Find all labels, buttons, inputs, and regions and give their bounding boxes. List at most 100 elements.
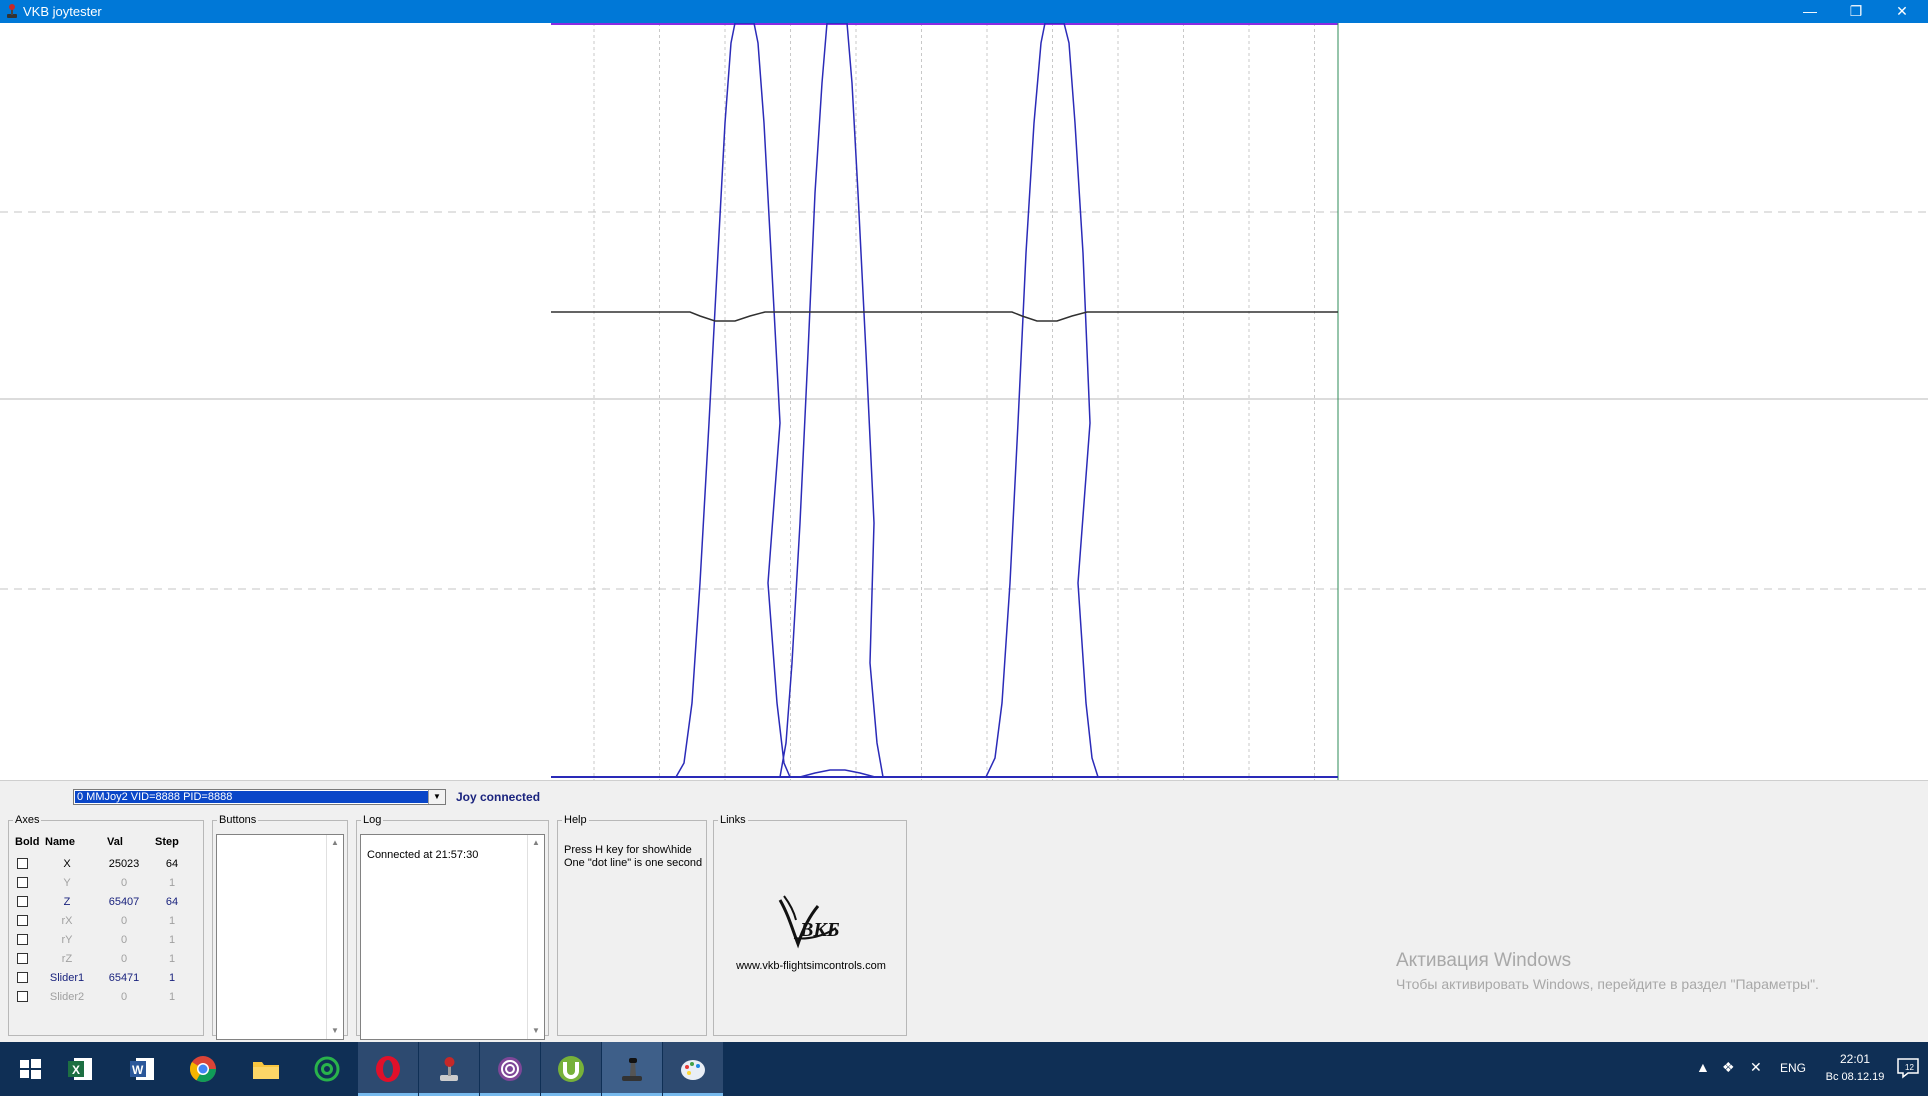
axis-bold-checkbox[interactable] (17, 877, 28, 888)
taskbar-mail[interactable] (297, 1042, 357, 1096)
taskbar-utorrent[interactable] (541, 1042, 601, 1096)
axis-step: 1 (168, 972, 176, 984)
scroll-down-icon[interactable]: ▼ (327, 1023, 343, 1039)
axis-row: rZ 0 1 (9, 951, 205, 970)
scroll-down-icon[interactable]: ▼ (528, 1023, 544, 1039)
axis-name: X (63, 858, 71, 870)
buttons-list[interactable]: ▲ ▼ (216, 834, 344, 1040)
buttons-legend: Buttons (219, 814, 257, 826)
scroll-up-icon[interactable]: ▲ (327, 835, 343, 851)
vkb-logo-icon[interactable]: ВКБ (774, 894, 844, 950)
close-button[interactable]: ✕ (1879, 0, 1925, 23)
scroll-up-icon[interactable]: ▲ (528, 835, 544, 851)
axis-step: 1 (168, 953, 176, 965)
taskbar-joystick-app[interactable] (419, 1042, 479, 1096)
axes-header-val: Val (107, 836, 123, 848)
log-list[interactable]: Connected at 21:57:30 ▲ ▼ (360, 834, 545, 1040)
volume-muted-icon[interactable]: ✕ (1750, 1059, 1762, 1076)
system-tray: ▲ ❖ ✕ ENG 22:01 Вс 08.12.19 12 (1678, 1042, 1928, 1096)
device-dropdown[interactable]: 0 MMJoy2 VID=8888 PID=8888 ▼ (73, 789, 446, 805)
svg-text:X: X (72, 1063, 80, 1077)
taskbar: X W ▲ ❖ ✕ ENG 22:01 Вс 08.12.19 12 (0, 1042, 1928, 1096)
axis-name: Slider1 (49, 972, 85, 984)
axis-bold-checkbox[interactable] (17, 915, 28, 926)
clock-time[interactable]: 22:01 (1824, 1052, 1886, 1066)
taskbar-file-explorer[interactable] (236, 1042, 296, 1096)
axes-header-step: Step (155, 836, 179, 848)
vkb-website-link[interactable]: www.vkb-flightsimcontrols.com (714, 960, 908, 972)
axis-row: rY 0 1 (9, 932, 205, 951)
buttons-group: Buttons ▲ ▼ (212, 814, 348, 1040)
axis-row: Z 65407 64 (9, 894, 205, 913)
axis-row: Slider1 65471 1 (9, 970, 205, 989)
axis-value: 65471 (108, 972, 140, 984)
log-scrollbar[interactable]: ▲ ▼ (527, 835, 544, 1039)
axis-step: 1 (168, 934, 176, 946)
action-center-icon[interactable]: 12 (1896, 1056, 1920, 1080)
axis-bold-checkbox[interactable] (17, 896, 28, 907)
connection-status: Joy connected (456, 790, 541, 804)
opera-icon (376, 1056, 400, 1082)
activation-watermark-title: Активация Windows (1396, 950, 1572, 971)
axis-name: rY (61, 934, 73, 946)
minimize-button[interactable]: — (1787, 0, 1833, 23)
axis-name: Y (63, 877, 71, 889)
chevron-down-icon[interactable]: ▼ (428, 790, 445, 804)
axis-value: 0 (120, 915, 128, 927)
folder-icon (253, 1062, 279, 1079)
title-bar: VKB joytester — ❐ ✕ (0, 0, 1928, 23)
plot-grid (0, 23, 1928, 780)
log-entry: Connected at 21:57:30 (367, 849, 479, 861)
tor-icon (498, 1057, 522, 1081)
axis-name: Z (63, 896, 71, 908)
window-title: VKB joytester (23, 4, 102, 19)
axis-plot (0, 23, 1928, 780)
help-text-line: One "dot line" is one second (564, 857, 703, 869)
axis-bold-checkbox[interactable] (17, 972, 28, 983)
palette-icon (681, 1060, 705, 1080)
taskbar-chrome[interactable] (173, 1042, 233, 1096)
axis-step: 1 (168, 915, 176, 927)
axis-bold-checkbox[interactable] (17, 858, 28, 869)
taskbar-opera[interactable] (358, 1042, 418, 1096)
svg-text:ВКБ: ВКБ (799, 919, 840, 941)
links-legend: Links (720, 814, 746, 826)
chrome-icon (189, 1056, 217, 1083)
axis-step: 1 (168, 877, 176, 889)
taskbar-word[interactable]: W (112, 1042, 172, 1096)
axis-step: 64 (165, 858, 179, 870)
links-group: Links ВКБ www.vkb-flightsimcontrols.com (713, 814, 907, 1036)
axis-x-trace (551, 23, 1338, 778)
device-dropdown-value: 0 MMJoy2 VID=8888 PID=8888 (75, 791, 429, 803)
at-sign-icon (314, 1056, 340, 1082)
input-language[interactable]: ENG (1780, 1061, 1806, 1075)
axis-bold-checkbox[interactable] (17, 991, 28, 1002)
axis-bold-checkbox[interactable] (17, 953, 28, 964)
notification-count: 12 (1905, 1063, 1914, 1072)
axis-row: X 25023 64 (9, 856, 205, 875)
taskbar-excel[interactable]: X (50, 1042, 110, 1096)
axes-legend: Axes (15, 814, 40, 826)
axis-z-trace (551, 311, 1338, 322)
clock-date[interactable]: Вс 08.12.19 (1824, 1071, 1886, 1083)
network-icon[interactable]: ❖ (1722, 1059, 1735, 1076)
axis-bold-checkbox[interactable] (17, 934, 28, 945)
axes-header-bold: Bold (15, 836, 40, 848)
log-group: Log Connected at 21:57:30 ▲ ▼ (356, 814, 549, 1040)
axis-value: 0 (120, 991, 128, 1003)
taskbar-paint[interactable] (663, 1042, 723, 1096)
axis-step: 1 (168, 991, 176, 1003)
svg-text:W: W (132, 1063, 144, 1077)
restore-button[interactable]: ❐ (1833, 0, 1879, 23)
show-hidden-icons-chevron-icon[interactable]: ▲ (1696, 1059, 1710, 1075)
axis-step: 64 (165, 896, 179, 908)
taskbar-tor[interactable] (480, 1042, 540, 1096)
taskbar-vkb-joytester[interactable] (602, 1042, 662, 1096)
word-icon: W (130, 1058, 154, 1080)
axis-value: 0 (120, 953, 128, 965)
log-legend: Log (363, 814, 382, 826)
axes-header-name: Name (45, 836, 75, 848)
buttons-scrollbar[interactable]: ▲ ▼ (326, 835, 343, 1039)
help-text-line: Press H key for show\hide (564, 844, 692, 856)
axis-row: rX 0 1 (9, 913, 205, 932)
